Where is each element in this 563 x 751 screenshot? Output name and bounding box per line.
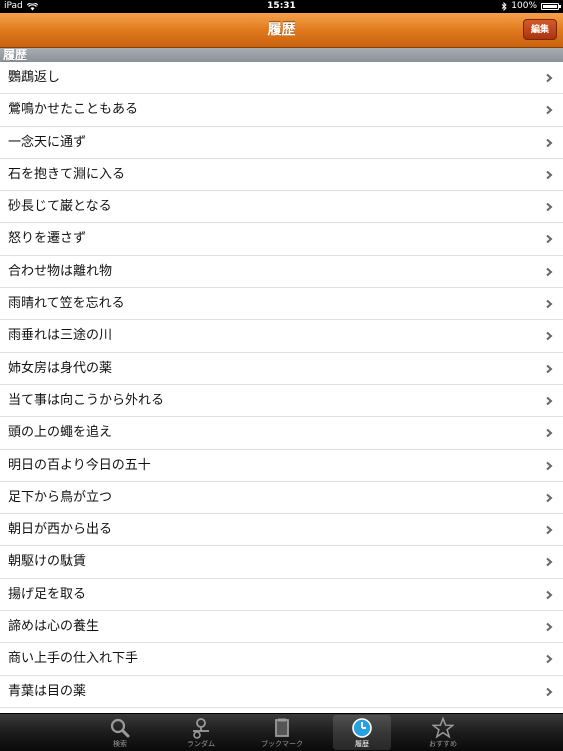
list-item[interactable]: 頭の上の蠅を追え: [0, 417, 563, 450]
chevron-right-icon: [546, 364, 553, 373]
chevron-right-icon: [546, 202, 553, 212]
list-item[interactable]: 当て事は向こうから外れる: [0, 384, 563, 418]
tab-label: 履歴: [355, 740, 369, 748]
chevron-right-icon: [546, 493, 553, 503]
list-item-label: 明日の百より今日の五十: [8, 457, 151, 473]
list-item-label: 鸚鵡返し: [8, 70, 61, 85]
status-bar: iPad 15:31 100%: [0, 0, 563, 13]
list-item[interactable]: 一念天に通ず: [0, 126, 563, 159]
chevron-right-icon: [546, 590, 553, 600]
battery-icon: [541, 3, 561, 10]
list-item[interactable]: 商い上手の仕入れ下手: [0, 643, 563, 676]
chevron-right-icon: [546, 235, 553, 244]
list-item-label: 諦めは心の養生: [8, 619, 100, 635]
section-header: 履歴: [0, 48, 563, 62]
chevron-right-icon: [546, 655, 553, 664]
list-item[interactable]: 姉女房は身代の薬: [0, 352, 563, 385]
clock-icon: [352, 718, 372, 738]
bluetooth-icon: [501, 2, 507, 11]
list-item-label: 一念天に通ず: [8, 134, 87, 150]
list-item-label: 足下から鳥が立つ: [8, 489, 113, 505]
list-item-label: 合わせ物は離れ物: [8, 263, 113, 279]
list-item-label: 怒りを遷さず: [8, 231, 87, 247]
tab-search[interactable]: 検索: [91, 715, 149, 750]
tab-random[interactable]: ランダム: [172, 715, 230, 750]
list-item[interactable]: 砂長じて巌となる: [0, 191, 563, 224]
list-item[interactable]: 怒りを遷さず: [0, 223, 563, 256]
chevron-right-icon: [546, 461, 553, 470]
random-icon: [193, 718, 209, 739]
tab-label: ブックマーク: [261, 740, 303, 748]
list-item[interactable]: 朝駆けの駄賃: [0, 546, 563, 579]
list-item[interactable]: 足下から鳥が立つ: [0, 481, 563, 515]
chevron-right-icon: [546, 73, 553, 83]
tab-label: ランダム: [187, 740, 215, 748]
tab-recommended[interactable]: おすすめ: [414, 715, 472, 750]
chevron-right-icon: [546, 622, 553, 632]
chevron-right-icon: [546, 267, 553, 277]
chevron-right-icon: [546, 106, 553, 115]
list-item[interactable]: 諦めは心の養生: [0, 611, 563, 644]
list-item-label: 雨垂れは三途の川: [8, 328, 113, 344]
list-item[interactable]: 揚げ足を取る: [0, 578, 563, 612]
list-item[interactable]: 雨垂れは三途の川: [0, 320, 563, 353]
chevron-right-icon: [546, 332, 553, 341]
tab-label: おすすめ: [429, 740, 457, 748]
status-time: 15:31: [267, 1, 296, 11]
page-title: 履歴: [267, 22, 296, 38]
list-item[interactable]: 青葉は目の薬: [0, 675, 563, 708]
list-item[interactable]: 明日の百より今日の五十: [0, 449, 563, 482]
search-icon: [110, 718, 130, 738]
list-item[interactable]: 鶯鳴かせたこともある: [0, 94, 563, 127]
tab-history[interactable]: 履歴: [333, 715, 391, 750]
battery-percent: 100%: [511, 1, 537, 11]
list-item[interactable]: 合わせ物は離れ物: [0, 255, 563, 289]
chevron-right-icon: [546, 170, 553, 180]
list-item-label: 青葉は目の薬: [8, 683, 87, 699]
chevron-right-icon: [546, 299, 553, 309]
star-icon: [432, 717, 454, 739]
list-item-label: 姉女房は身代の薬: [8, 360, 113, 376]
chevron-right-icon: [546, 396, 553, 406]
edit-button[interactable]: 編集: [523, 19, 557, 40]
list-item[interactable]: 雨晴れて笠を忘れる: [0, 288, 563, 321]
chevron-right-icon: [546, 429, 553, 438]
history-list: 鸚鵡返し鶯鳴かせたこともある 一念天に通ず石を抱きて淵に入る 砂長じて巌となる 怒りを…: [0, 62, 563, 708]
list-item-label: 雨晴れて笠を忘れる: [8, 296, 125, 312]
list-item[interactable]: 鸚鵡返し: [0, 62, 563, 95]
tab-bar: 検索 ランダム ブックマーク 履歴 おすすめ: [0, 713, 563, 751]
list-item-label: 当て事は向こうから外れる: [8, 392, 165, 408]
navigation-bar: 履歴 編集: [0, 13, 563, 48]
chevron-right-icon: [546, 558, 553, 567]
list-item-label: 頭の上の蠅を追え: [8, 425, 113, 441]
list-item-label: 鶯鳴かせたこともある: [8, 102, 139, 118]
chevron-right-icon: [546, 687, 553, 696]
list-item[interactable]: 石を抱きて淵に入る: [0, 158, 563, 192]
tab-label: 検索: [113, 740, 127, 748]
list-item[interactable]: 朝日が西から出る: [0, 514, 563, 547]
chevron-right-icon: [546, 138, 553, 147]
list-item-label: 商い上手の仕入れ下手: [8, 651, 139, 667]
bookmark-icon: [275, 718, 289, 737]
list-item-label: 砂長じて巌となる: [8, 199, 112, 215]
chevron-right-icon: [546, 525, 553, 535]
tab-bookmark[interactable]: ブックマーク: [253, 715, 311, 750]
list-item-label: 揚げ足を取る: [8, 586, 87, 602]
list-item-label: 朝駆けの駄賃: [8, 554, 87, 570]
list-item-label: 石を抱きて淵に入る: [8, 166, 126, 182]
list-item-label: 朝日が西から出る: [8, 522, 113, 538]
